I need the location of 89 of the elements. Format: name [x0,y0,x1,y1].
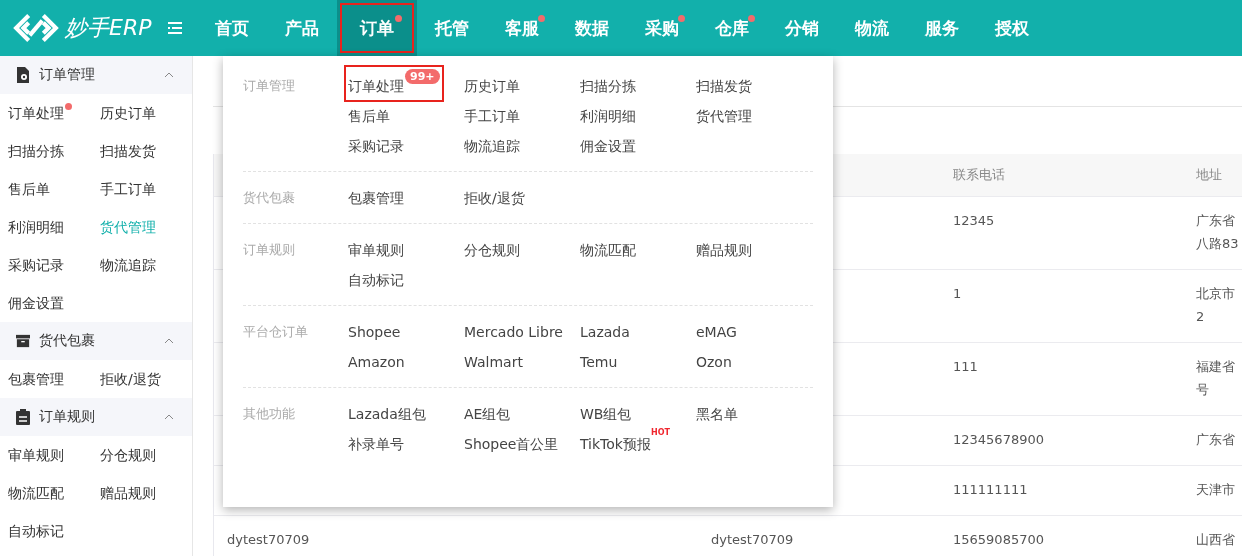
menu-item[interactable]: TikTok预报 [580,432,651,456]
table-cell: 福建省 号 [1196,359,1235,397]
chevron-up-icon[interactable] [164,72,174,78]
sidebar-group-header[interactable]: 订单管理 [0,56,192,94]
menu-item[interactable]: 自动标记 [348,268,404,292]
menu-section-title: 货代包裹 [243,189,296,207]
menu-icon[interactable] [168,22,183,34]
menu-item[interactable]: 售后单 [348,104,390,128]
menu-item[interactable]: 补录单号 [348,432,404,456]
document-gear-icon [16,67,30,83]
sidebar-group-title: 货代包裹 [39,332,96,350]
menu-item[interactable]: 包裹管理 [348,186,404,210]
sidebar-item[interactable]: 利润明细 [0,208,92,246]
menu-item[interactable]: 物流追踪 [464,134,520,158]
table-cell: 111111111 [953,482,1028,497]
sidebar-item[interactable]: 自动标记 [0,512,92,550]
menu-item[interactable]: Temu [580,350,618,374]
menu-section-title: 平台仓订单 [243,323,309,341]
sidebar-item[interactable]: 历史订单 [92,94,184,132]
sidebar-group-header[interactable]: 货代包裹 [0,322,192,360]
menu-item[interactable]: Mercado Libre [464,320,563,344]
table-cell: 111 [953,359,978,374]
sidebar-item[interactable]: 采购记录 [0,246,92,284]
menu-item[interactable]: 物流匹配 [580,238,636,262]
menu-item[interactable]: 审单规则 [348,238,404,262]
sidebar-group-title: 订单规则 [39,408,96,426]
count-badge: 99+ [405,69,440,84]
logo-icon [13,12,59,44]
sidebar-item[interactable]: 售后单 [0,170,92,208]
menu-item[interactable]: AE组包 [464,402,511,426]
table-cell: 15659085700 [953,532,1044,547]
sidebar-item[interactable]: 扫描分拣 [0,132,92,170]
chevron-up-icon[interactable] [164,414,174,420]
brand-name: 妙手ERP [65,14,152,42]
menu-item[interactable]: Walmart [464,350,523,374]
sidebar-item[interactable]: 审单规则 [0,436,92,474]
menu-item[interactable]: Lazada组包 [348,402,426,426]
menu-item[interactable]: 扫描分拣 [580,74,636,98]
sidebar-item[interactable]: 订单处理 [0,94,92,132]
menu-item[interactable]: Shopee首公里 [464,432,559,456]
menu-item[interactable]: Lazada [580,320,630,344]
sidebar-item[interactable]: 手工订单 [92,170,184,208]
table-cell: 北京市 2 [1196,286,1235,324]
menu-item[interactable]: 采购记录 [348,134,404,158]
menu-item[interactable]: Ozon [696,350,732,374]
menu-item[interactable]: 订单处理 99+ [348,69,440,98]
sidebar-item[interactable]: 佣金设置 [0,284,92,322]
menu-item[interactable]: 利润明细 [580,104,636,128]
sidebar-item[interactable]: 分仓规则 [92,436,184,474]
menu-section-title: 订单管理 [243,77,296,95]
clipboard-icon [16,409,30,425]
table-cell: 天津市 [1196,482,1235,497]
table-cell: 12345 [953,213,995,228]
box-icon [16,333,30,349]
table-cell: 1 [953,286,962,301]
menu-item[interactable]: 扫描发货 [696,74,752,98]
sidebar-item[interactable]: 物流匹配 [0,474,92,512]
menu-item[interactable]: WB组包 [580,402,632,426]
menu-item[interactable]: 货代管理 [696,104,752,128]
sidebar-item[interactable]: 扫描发货 [92,132,184,170]
sidebar-item[interactable]: 拒收/退货 [92,360,184,398]
menu-item[interactable]: 赠品规则 [696,238,752,262]
table-cell: dytest70709 [227,532,310,547]
menu-item[interactable]: 拒收/退货 [464,186,525,210]
menu-item[interactable]: 手工订单 [464,104,520,128]
column-header: 联系电话 [952,166,1006,184]
table-cell: 12345678900 [953,432,1044,447]
sidebar-group-title: 订单管理 [39,66,96,84]
menu-item[interactable]: 佣金设置 [580,134,636,158]
menu-item[interactable]: 分仓规则 [464,238,520,262]
sidebar-group-header[interactable]: 订单规则 [0,398,192,436]
menu-item[interactable]: Shopee [348,320,401,344]
menu-item[interactable]: Amazon [348,350,405,374]
sidebar-item[interactable]: 物流追踪 [92,246,184,284]
table-cell: 广东省 [1196,432,1235,447]
hot-tag: HOT [650,428,670,456]
menu-section-title: 订单规则 [243,241,296,259]
menu-item[interactable]: 历史订单 [464,74,520,98]
menu-section-title: 其他功能 [243,405,296,423]
chevron-up-icon[interactable] [164,338,174,344]
table-cell: dytest70709 [711,532,794,547]
table-cell: 山西省 [1196,532,1235,547]
sidebar-item[interactable]: 包裹管理 [0,360,92,398]
table-cell: 广东省 八路83 [1196,213,1239,251]
nav-tab[interactable]: 订单 [337,0,417,56]
sidebar-item[interactable]: 赠品规则 [92,474,184,512]
menu-item[interactable]: eMAG [696,320,737,344]
menu-item[interactable]: 黑名单 [696,402,738,426]
column-header: 地址 [1195,166,1223,184]
